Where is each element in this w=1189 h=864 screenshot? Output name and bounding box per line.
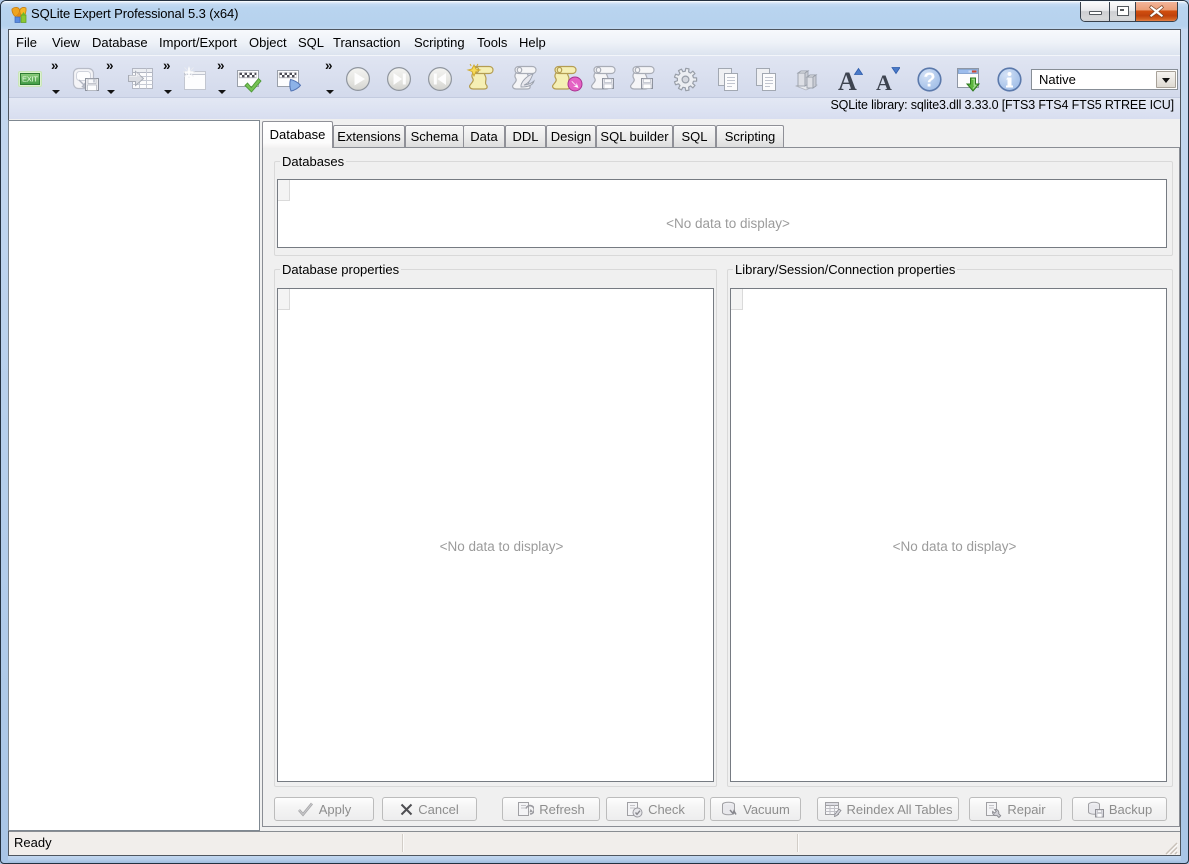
svg-text:EXIT: EXIT <box>22 75 38 84</box>
svg-text:?: ? <box>923 70 935 92</box>
svg-text:A: A <box>876 70 892 92</box>
svg-text:A: A <box>838 67 857 92</box>
